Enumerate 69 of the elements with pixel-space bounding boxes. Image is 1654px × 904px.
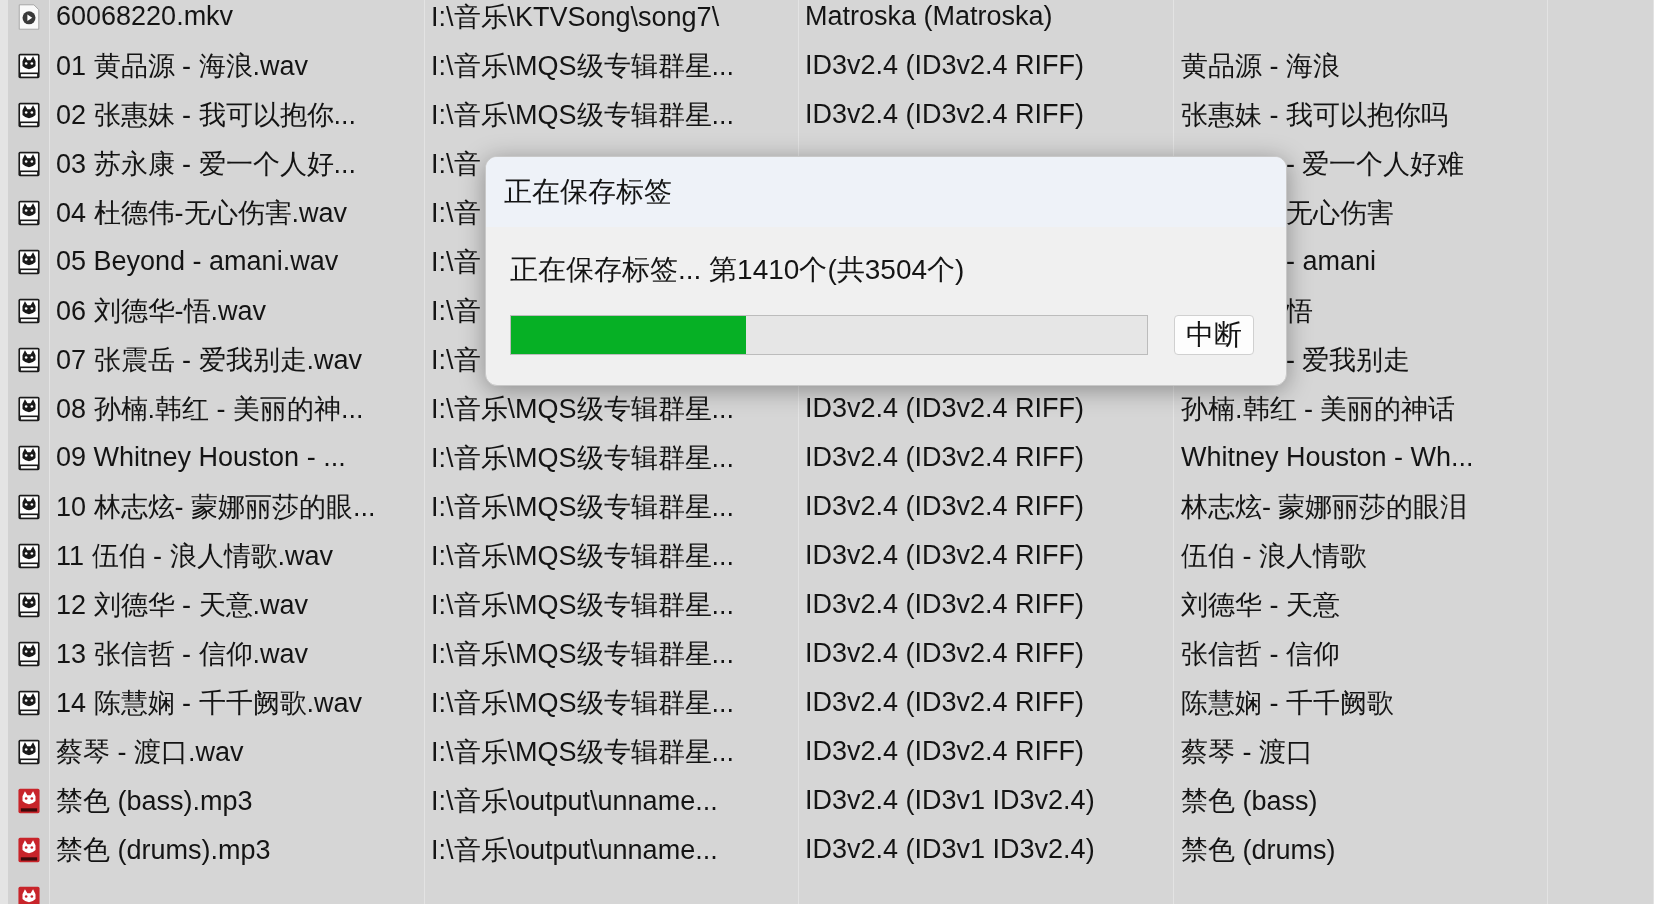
tag-type: ID3v2.4 (ID3v2.4 RIFF) [805, 50, 1085, 81]
filename: 禁色 (bass).mp3 [56, 784, 253, 818]
filename: 05 Beyond - amani.wav [56, 246, 339, 277]
song-title: 林志炫- 蒙娜丽莎的眼泪 [1181, 490, 1468, 524]
file-path: I:\音乐\output\unname... [431, 784, 718, 818]
abort-button[interactable]: 中断 [1174, 315, 1254, 355]
tag-type: ID3v2.4 (ID3v2.4 RIFF) [805, 491, 1085, 522]
song-title: 禁色 (bass) [1181, 784, 1318, 818]
file-path: I:\音 [431, 147, 481, 181]
file-path: I:\音乐\MQS级专辑群星... [431, 98, 734, 132]
tag-type: ID3v2.4 (ID3v2.4 RIFF) [805, 589, 1085, 620]
tag-type: Matroska (Matroska) [805, 1, 1053, 32]
tag-type: ID3v2.4 (ID3v2.4 RIFF) [805, 736, 1085, 767]
file-path: I:\音 [431, 343, 481, 377]
filename: 08 孙楠.韩红 - 美丽的神... [56, 392, 364, 426]
song-title: 刘德华 - 天意 [1181, 588, 1340, 622]
song-title: 禁色 (drums) [1181, 833, 1336, 867]
filename: 14 陈慧娴 - 千千阙歌.wav [56, 686, 363, 720]
filename: 09 Whitney Houston - ... [56, 442, 346, 473]
tag-type: ID3v2.4 (ID3v2.4 RIFF) [805, 99, 1085, 130]
filename: 蔡琴 - 渡口.wav [56, 735, 244, 769]
tag-type: ID3v2.4 (ID3v1 ID3v2.4) [805, 785, 1095, 816]
dialog-title: 正在保存标签 [504, 175, 672, 209]
file-path: I:\音乐\KTVSong\song7\ [431, 0, 720, 34]
song-title: - 爱一个人好难 [1286, 147, 1465, 181]
filename: 60068220.mkv [56, 1, 234, 32]
file-path: I:\音乐\MQS级专辑群星... [431, 392, 734, 426]
tag-type: ID3v2.4 (ID3v2.4 RIFF) [805, 442, 1085, 473]
song-title: 伍伯 - 浪人情歌 [1181, 539, 1367, 573]
file-path: I:\音乐\MQS级专辑群星... [431, 637, 734, 671]
file-path: I:\音 [431, 196, 481, 230]
file-path: I:\音乐\MQS级专辑群星... [431, 735, 734, 769]
filename: 06 刘德华-悟.wav [56, 294, 267, 328]
song-title: - 爱我别走 [1286, 343, 1411, 377]
tag-type: ID3v2.4 (ID3v2.4 RIFF) [805, 687, 1085, 718]
filename: 10 林志炫- 蒙娜丽莎的眼... [56, 490, 376, 524]
song-title: 陈慧娴 - 千千阙歌 [1181, 686, 1394, 720]
filename: 07 张震岳 - 爱我别走.wav [56, 343, 363, 377]
song-title: 无心伤害 [1286, 196, 1394, 230]
filename: 01 黄品源 - 海浪.wav [56, 49, 309, 83]
file-path: I:\音乐\MQS级专辑群星... [431, 441, 734, 475]
filename: 04 杜德伟-无心伤害.wav [56, 196, 348, 230]
file-path: I:\音 [431, 294, 481, 328]
file-path: I:\音乐\MQS级专辑群星... [431, 539, 734, 573]
tag-type: ID3v2.4 (ID3v2.4 RIFF) [805, 638, 1085, 669]
filename: 03 苏永康 - 爱一个人好... [56, 147, 357, 181]
tag-type: ID3v2.4 (ID3v2.4 RIFF) [805, 540, 1085, 571]
progress-message: 正在保存标签... 第1410个(共3504个) [510, 253, 966, 287]
filename: 13 张信哲 - 信仰.wav [56, 637, 309, 671]
song-title: 悟 [1286, 294, 1313, 328]
song-title: 张信哲 - 信仰 [1181, 637, 1340, 671]
tag-type: ID3v2.4 (ID3v2.4 RIFF) [805, 393, 1085, 424]
file-path: I:\音乐\MQS级专辑群星... [431, 49, 734, 83]
song-title: - amani [1286, 246, 1377, 277]
song-title: 张惠妹 - 我可以抱你吗 [1181, 98, 1448, 132]
song-title: 蔡琴 - 渡口 [1181, 735, 1313, 769]
song-title: Whitney Houston - Wh... [1181, 442, 1474, 473]
filename: 禁色 (drums).mp3 [56, 833, 271, 867]
song-title: 黄品源 - 海浪 [1181, 49, 1340, 83]
file-path: I:\音乐\MQS级专辑群星... [431, 490, 734, 524]
file-path: I:\音乐\output\unname... [431, 833, 718, 867]
file-path: I:\音乐\MQS级专辑群星... [431, 686, 734, 720]
filename: 12 刘德华 - 天意.wav [56, 588, 309, 622]
tag-type: ID3v2.4 (ID3v1 ID3v2.4) [805, 834, 1095, 865]
filename: 11 伍伯 - 浪人情歌.wav [56, 539, 334, 573]
filename: 02 张惠妹 - 我可以抱你... [56, 98, 357, 132]
file-path: I:\音乐\MQS级专辑群星... [431, 588, 734, 622]
file-path: I:\音 [431, 245, 481, 279]
song-title: 孙楠.韩红 - 美丽的神话 [1181, 392, 1456, 426]
